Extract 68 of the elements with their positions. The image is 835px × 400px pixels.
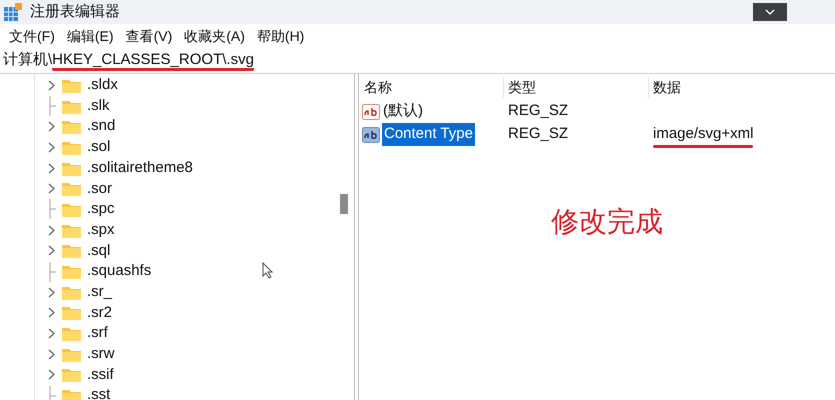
value-data: image/svg+xml <box>653 125 754 142</box>
folder-icon <box>62 305 81 320</box>
address-path: 计算机\HKEY_CLASSES_ROOT\.svg <box>3 49 254 72</box>
folder-icon <box>62 326 81 342</box>
tree-item[interactable]: .squashfs <box>87 260 152 283</box>
menu-item[interactable]: 文件(F) <box>4 26 60 46</box>
value-type: REG_SZ <box>507 101 570 122</box>
tree-item[interactable]: .solitairetheme8 <box>87 156 193 180</box>
column-header[interactable]: 类型 <box>504 76 649 98</box>
value-name[interactable]: (默认) <box>382 100 424 123</box>
expand-chevron-icon[interactable] <box>48 307 56 318</box>
tree-item[interactable]: .sor <box>87 178 112 200</box>
chevron-down-icon <box>765 9 775 15</box>
menu-item[interactable]: 编辑(E) <box>62 26 119 46</box>
registry-app-icon <box>4 3 22 21</box>
expand-chevron-icon[interactable] <box>48 80 56 91</box>
folder-icon <box>62 181 81 196</box>
annotation-text: 修改完成 <box>551 205 663 239</box>
folder-icon <box>62 160 81 176</box>
scrollbar-thumb[interactable] <box>340 194 348 214</box>
column-header[interactable]: 数据 <box>649 76 681 98</box>
tree-item[interactable]: .srw <box>87 343 114 366</box>
folder-icon <box>62 78 81 93</box>
menu-item[interactable]: 收藏夹(A) <box>179 26 250 46</box>
expand-chevron-icon[interactable] <box>48 286 56 298</box>
column-header[interactable]: 名称 <box>359 76 504 98</box>
string-value-icon <box>362 104 380 120</box>
expand-chevron-icon[interactable] <box>48 121 56 132</box>
expand-chevron-icon[interactable] <box>48 369 56 380</box>
tree-item[interactable]: .sst <box>87 384 110 400</box>
tree-item[interactable]: .sql <box>87 240 110 262</box>
folder-icon <box>62 284 81 300</box>
folder-icon <box>62 222 81 238</box>
folder-icon <box>62 264 81 280</box>
tree-item[interactable]: .slk <box>87 94 110 118</box>
folder-icon <box>62 346 81 362</box>
tree-item[interactable]: .sldx <box>87 74 118 97</box>
tree-item[interactable]: .sr_ <box>87 280 112 304</box>
expand-chevron-icon[interactable] <box>48 245 56 256</box>
tree-item[interactable]: .sr2 <box>87 302 112 324</box>
folder-icon <box>62 243 81 258</box>
tree-item[interactable]: .spc <box>87 198 115 221</box>
expand-chevron-icon[interactable] <box>48 328 56 340</box>
tree-item[interactable]: .snd <box>87 115 116 138</box>
window-title: 注册表编辑器 <box>30 2 120 22</box>
folder-icon <box>62 367 81 382</box>
folder-icon <box>62 140 81 155</box>
folder-icon <box>62 388 81 400</box>
folder-icon <box>62 202 81 217</box>
folder-icon <box>62 98 81 114</box>
mouse-pointer-icon <box>262 262 274 279</box>
expand-chevron-icon[interactable] <box>48 162 56 174</box>
expand-chevron-icon[interactable] <box>48 183 56 194</box>
expand-chevron-icon[interactable] <box>48 142 56 153</box>
string-value-icon <box>362 126 380 142</box>
tree-item[interactable]: .srf <box>87 322 108 345</box>
folder-icon <box>62 119 81 134</box>
tree-item[interactable]: .spx <box>87 218 115 242</box>
value-type: REG_SZ <box>507 124 570 144</box>
dropdown-button[interactable] <box>753 3 787 21</box>
value-name[interactable]: Content Type <box>382 123 475 146</box>
menu-item[interactable]: 查看(V) <box>120 26 178 46</box>
address-bar[interactable]: 计算机\HKEY_CLASSES_ROOT\.svg <box>0 48 835 74</box>
tree-item[interactable]: .ssif <box>87 364 114 386</box>
expand-chevron-icon[interactable] <box>48 348 56 360</box>
menu-item[interactable]: 帮助(H) <box>252 26 310 46</box>
tree-item[interactable]: .sol <box>87 136 110 159</box>
expand-chevron-icon[interactable] <box>48 224 56 236</box>
